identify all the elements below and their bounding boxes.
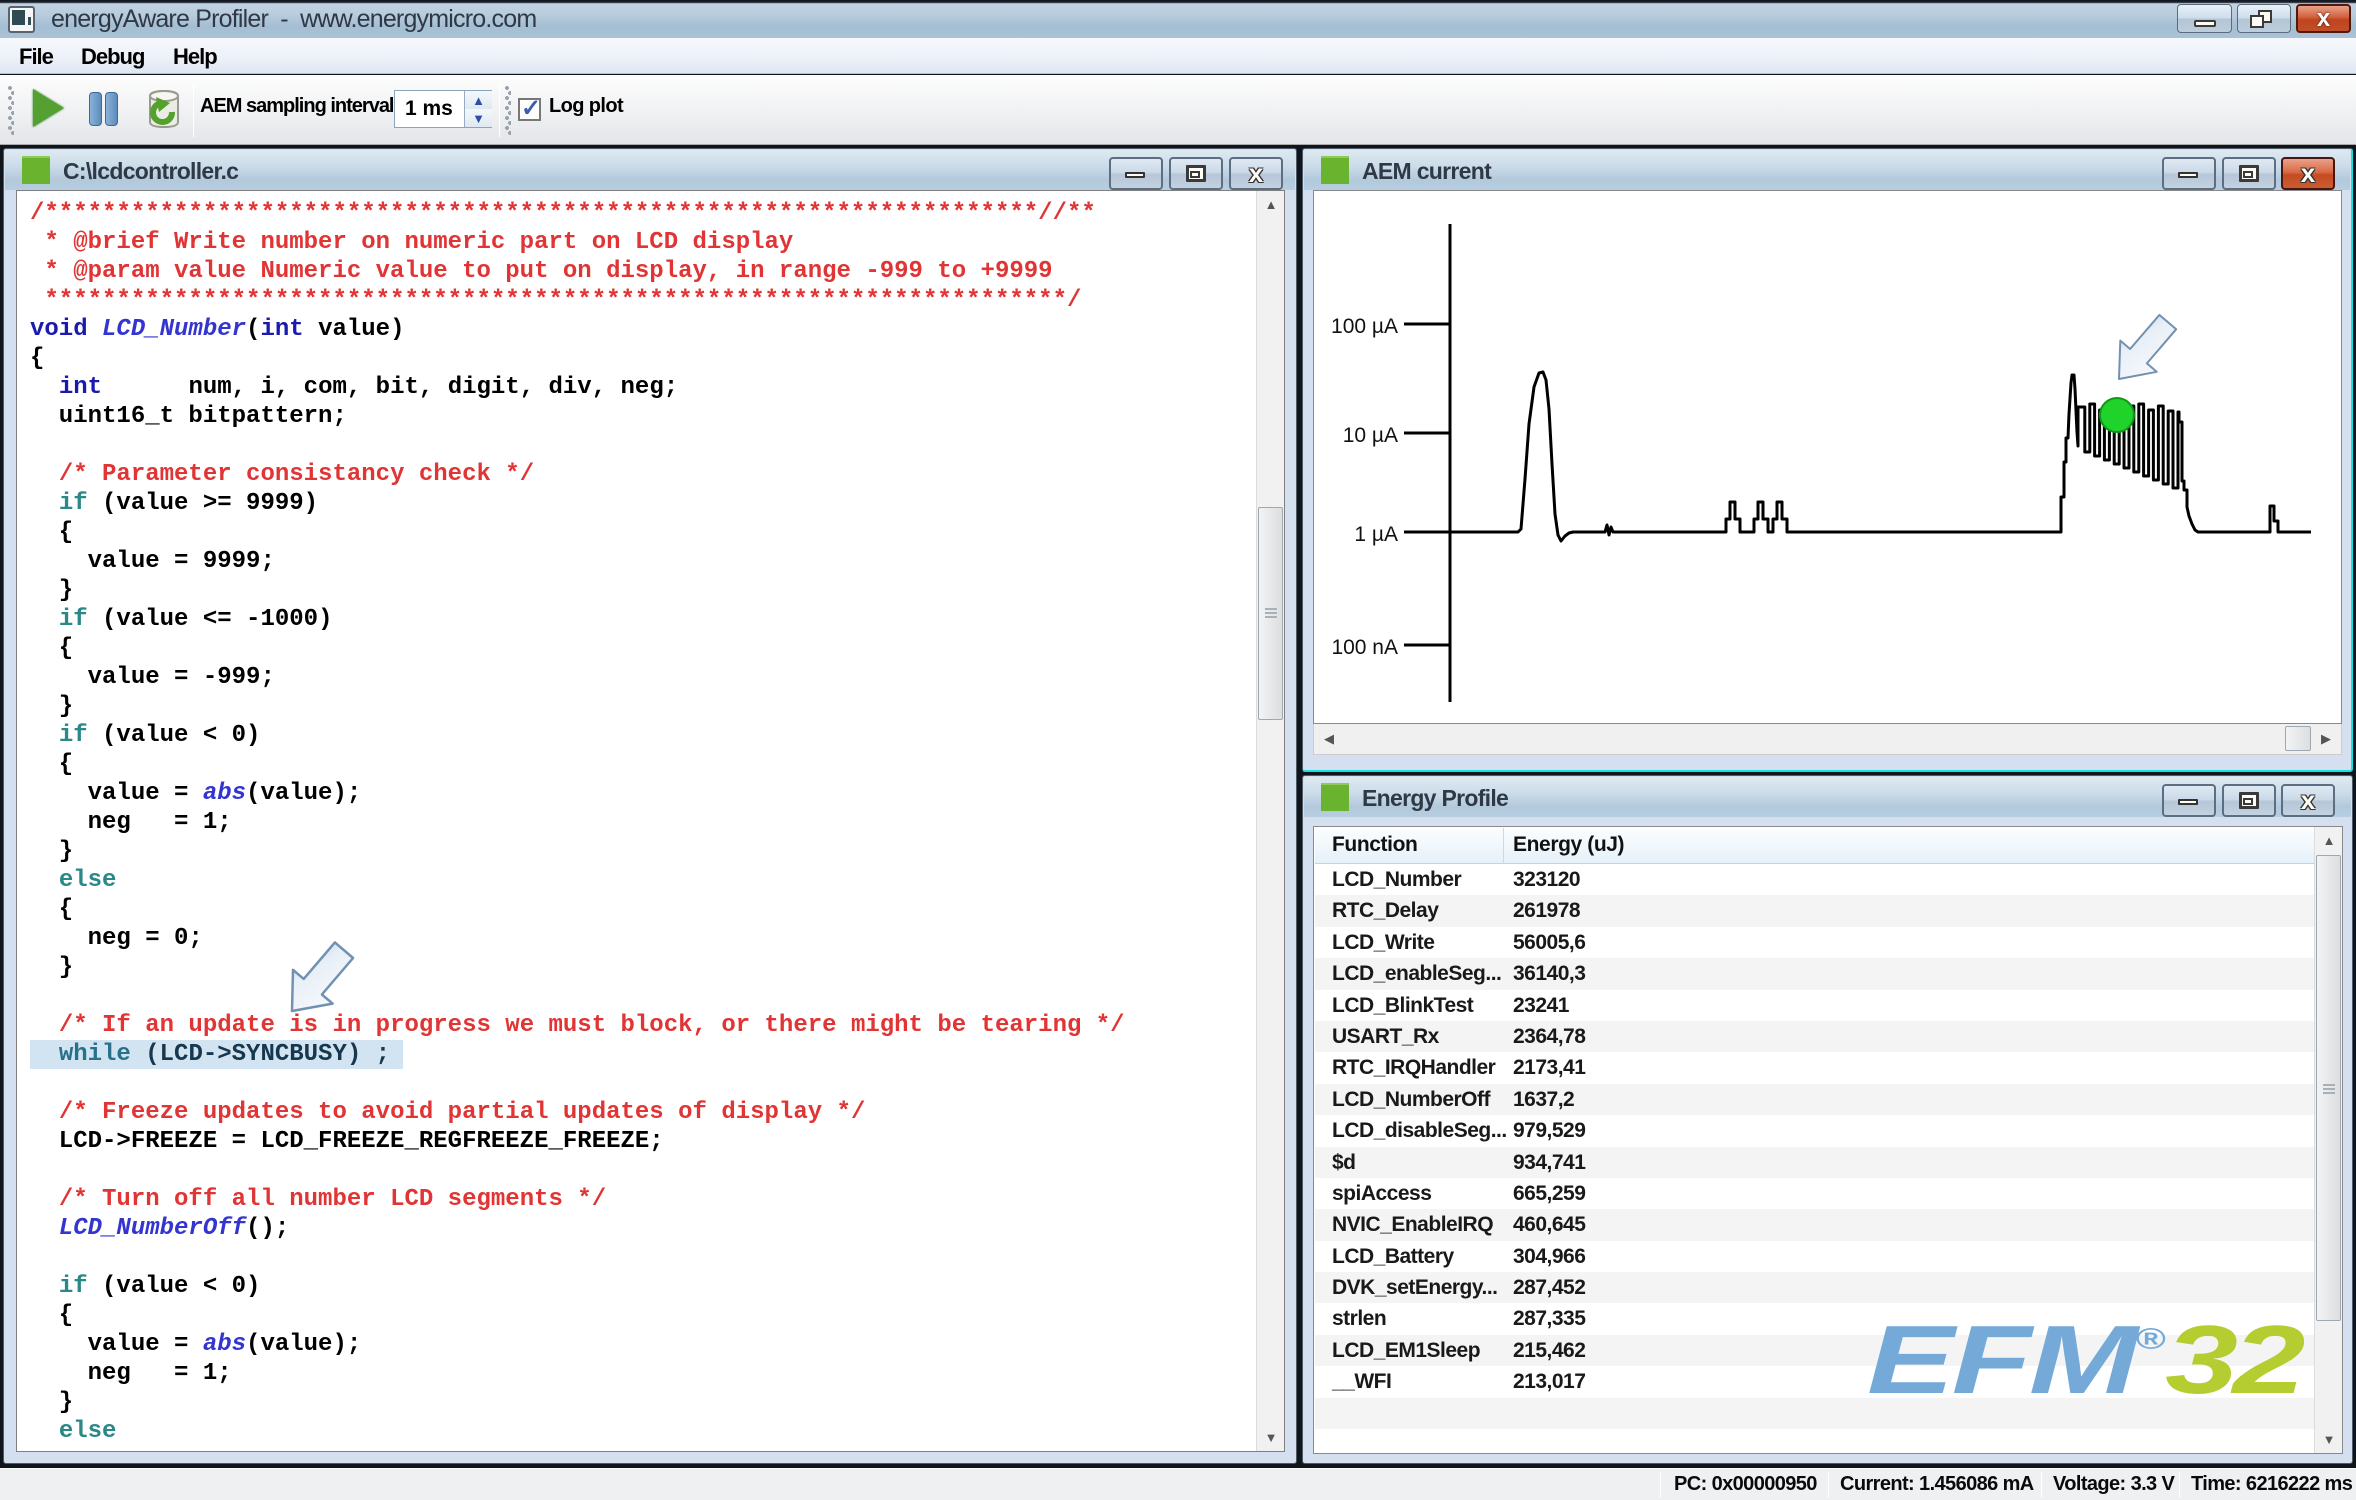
- svg-text:1 µA: 1 µA: [1354, 523, 1398, 546]
- svg-text:10 µA: 10 µA: [1343, 424, 1398, 447]
- svg-text:100 nA: 100 nA: [1331, 636, 1398, 659]
- svg-text:100 µA: 100 µA: [1331, 315, 1398, 338]
